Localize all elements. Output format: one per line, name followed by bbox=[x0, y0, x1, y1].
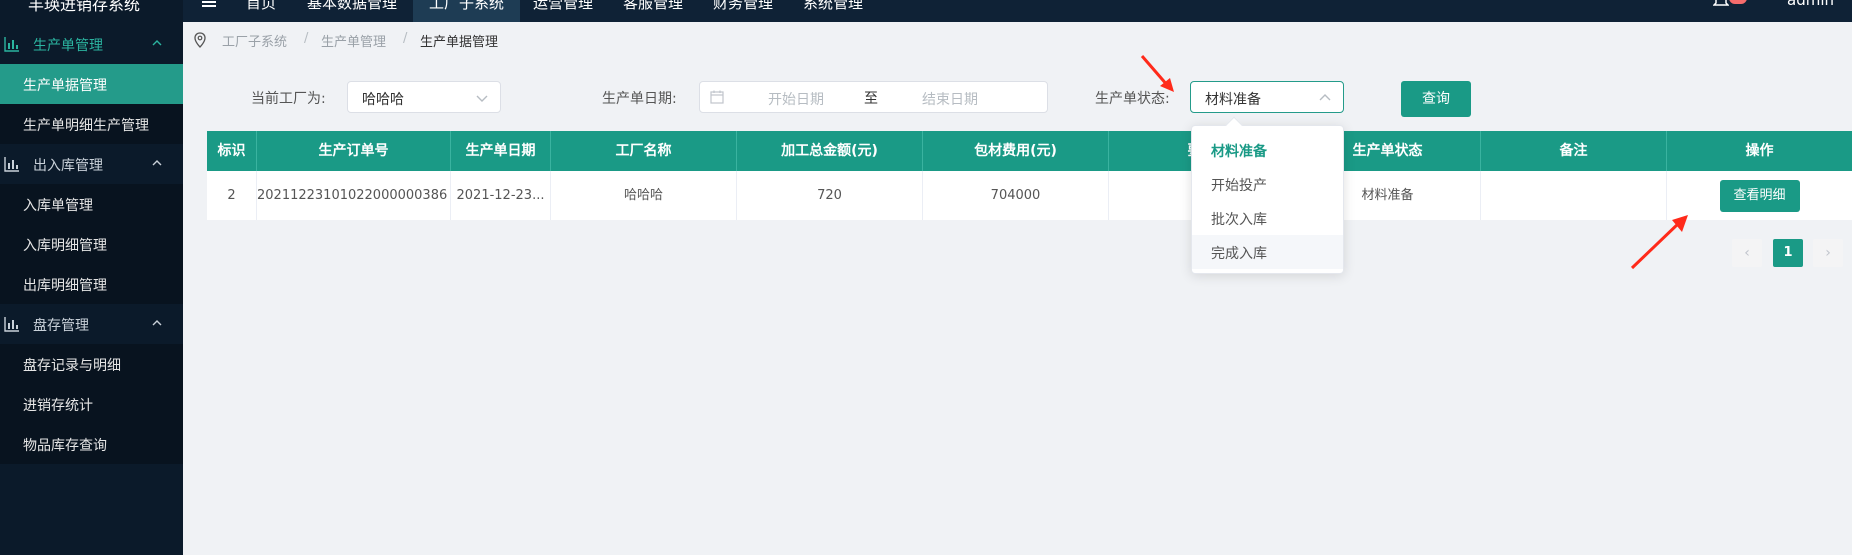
date-range-picker[interactable]: 开始日期 至 结束日期 bbox=[699, 81, 1048, 113]
cell-processing-total: 720 bbox=[737, 171, 923, 220]
cell-id: 2 bbox=[207, 171, 257, 220]
chevron-down-icon bbox=[476, 95, 488, 102]
sidebar-item-production-detail[interactable]: 生产单明细生产管理 bbox=[0, 104, 183, 144]
sidebar-item-label: 入库单管理 bbox=[23, 198, 93, 214]
menu-toggle-icon[interactable] bbox=[201, 0, 217, 10]
column-header: 加工总金额(元) bbox=[737, 131, 923, 171]
date-range-separator: 至 bbox=[864, 91, 878, 107]
breadcrumb-separator: / bbox=[403, 31, 408, 46]
column-header: 备注 bbox=[1481, 131, 1667, 171]
factory-select[interactable]: 哈哈哈 bbox=[347, 81, 501, 113]
column-header: 包材费用(元) bbox=[923, 131, 1109, 171]
date-label: 生产单日期: bbox=[602, 91, 677, 107]
breadcrumb-item[interactable]: 生产单管理 bbox=[321, 31, 386, 50]
chart-icon bbox=[4, 37, 19, 52]
table-row: 2 20211223101022000000386 3 2021-12-23..… bbox=[207, 171, 1852, 220]
breadcrumb-separator: / bbox=[304, 31, 309, 46]
status-option-label: 材料准备 bbox=[1211, 144, 1267, 160]
chevron-up-icon bbox=[152, 160, 162, 166]
view-detail-button[interactable]: 查看明细 bbox=[1719, 179, 1800, 212]
date-start-input[interactable]: 开始日期 bbox=[768, 89, 824, 109]
nav-basic-data[interactable]: 基本数据管理 bbox=[307, 0, 397, 13]
pagination-next-button[interactable]: › bbox=[1813, 239, 1843, 267]
chevron-up-icon bbox=[152, 40, 162, 46]
nav-operations[interactable]: 运营管理 bbox=[533, 0, 593, 13]
cell-factory: 哈哈哈 bbox=[551, 171, 737, 220]
cell-action: 查看明细 bbox=[1667, 171, 1852, 220]
date-end-input[interactable]: 结束日期 bbox=[922, 89, 978, 109]
pagination-prev-button[interactable]: ‹ bbox=[1732, 239, 1762, 267]
location-pin-icon bbox=[194, 32, 206, 48]
sidebar-item-label: 盘存记录与明细 bbox=[23, 358, 121, 374]
cell-date: 2021-12-23... bbox=[451, 171, 551, 220]
nav-finance[interactable]: 财务管理 bbox=[713, 0, 773, 13]
breadcrumb-current: 生产单据管理 bbox=[420, 35, 499, 50]
sidebar: 丰瑛进销存系统 生产单管理 生产单据管理 生产单明细生产管理 出入库管理 入库单… bbox=[0, 0, 183, 555]
sidebar-item-label: 出库明细管理 bbox=[23, 278, 107, 294]
table-header: 标识 生产订单号 生产单日期 工厂名称 加工总金额(元) 包材费用(元) 要求 … bbox=[207, 131, 1852, 171]
status-option[interactable]: 材料准备 bbox=[1192, 133, 1343, 167]
annotation-arrow-icon bbox=[1630, 215, 1688, 270]
sidebar-item-inbound-detail[interactable]: 入库明细管理 bbox=[0, 224, 183, 264]
nav-customer-service[interactable]: 客服管理 bbox=[623, 0, 683, 13]
chart-icon bbox=[4, 317, 19, 332]
sidebar-group-label: 盘存管理 bbox=[33, 318, 89, 334]
sidebar-item-inbound-orders[interactable]: 入库单管理 bbox=[0, 184, 183, 224]
status-dropdown: 材料准备 开始投产 批次入库 完成入库 bbox=[1191, 116, 1344, 274]
column-header: 标识 bbox=[207, 131, 257, 171]
cell-order-no: 20211223101022000000386 3 bbox=[257, 171, 451, 220]
nav-home[interactable]: 首页 bbox=[246, 0, 276, 13]
cell-packaging-fee: 704000 bbox=[923, 171, 1109, 220]
nav-system[interactable]: 系统管理 bbox=[803, 0, 863, 13]
calendar-icon bbox=[710, 90, 724, 104]
sidebar-item-stocktake[interactable]: 盘存记录与明细 bbox=[0, 344, 183, 384]
chevron-up-icon bbox=[1319, 94, 1331, 101]
sidebar-item-label: 物品库存查询 bbox=[23, 438, 107, 454]
factory-select-value: 哈哈哈 bbox=[362, 92, 404, 108]
status-option[interactable]: 开始投产 bbox=[1192, 167, 1343, 201]
cell-remark bbox=[1481, 171, 1667, 220]
sidebar-item-production-orders[interactable]: 生产单据管理 bbox=[0, 64, 183, 104]
column-header: 生产单日期 bbox=[451, 131, 551, 171]
sidebar-group-inventory[interactable]: 盘存管理 bbox=[0, 304, 183, 344]
breadcrumb-item[interactable]: 工厂子系统 bbox=[222, 31, 287, 50]
app-logo: 丰瑛进销存系统 bbox=[0, 0, 183, 22]
sidebar-group-label: 出入库管理 bbox=[33, 158, 103, 174]
sidebar-item-label: 生产单据管理 bbox=[23, 78, 107, 94]
status-option-label: 完成入库 bbox=[1211, 246, 1267, 262]
chevron-up-icon bbox=[152, 320, 162, 326]
notification-badge bbox=[1729, 0, 1747, 4]
sidebar-item-label: 入库明细管理 bbox=[23, 238, 107, 254]
top-navbar: 首页 基本数据管理 工厂子系统 运营管理 客服管理 财务管理 系统管理 admi… bbox=[183, 0, 1852, 22]
status-option[interactable]: 批次入库 bbox=[1192, 201, 1343, 235]
sidebar-item-stock-query[interactable]: 物品库存查询 bbox=[0, 424, 183, 464]
bell-icon[interactable] bbox=[1713, 0, 1729, 8]
sidebar-item-label: 进销存统计 bbox=[23, 398, 93, 414]
user-name[interactable]: admin bbox=[1787, 0, 1834, 9]
sidebar-item-outbound-detail[interactable]: 出库明细管理 bbox=[0, 264, 183, 304]
status-option[interactable]: 完成入库 bbox=[1192, 235, 1343, 269]
column-header: 操作 bbox=[1745, 143, 1774, 159]
chart-icon bbox=[4, 157, 19, 172]
sidebar-group-production[interactable]: 生产单管理 bbox=[0, 24, 183, 64]
sidebar-item-label: 生产单明细生产管理 bbox=[23, 118, 149, 134]
dropdown-caret bbox=[1225, 116, 1243, 134]
query-button[interactable]: 查询 bbox=[1401, 81, 1471, 117]
factory-label: 当前工厂为: bbox=[251, 91, 326, 107]
status-select[interactable]: 材料准备 bbox=[1190, 81, 1344, 113]
sidebar-group-inout[interactable]: 出入库管理 bbox=[0, 144, 183, 184]
pagination-current-page[interactable]: 1 bbox=[1773, 239, 1803, 267]
app-title: 丰瑛进销存系统 bbox=[28, 0, 141, 14]
sidebar-group-label: 生产单管理 bbox=[33, 38, 103, 54]
column-header: 生产订单号 bbox=[257, 131, 451, 171]
status-option-label: 开始投产 bbox=[1211, 178, 1267, 194]
nav-factory-subsystem[interactable]: 工厂子系统 bbox=[413, 0, 521, 22]
status-select-value: 材料准备 bbox=[1205, 92, 1261, 108]
column-header: 工厂名称 bbox=[551, 131, 737, 171]
sidebar-item-stats[interactable]: 进销存统计 bbox=[0, 384, 183, 424]
status-label: 生产单状态: bbox=[1095, 91, 1170, 107]
status-option-label: 批次入库 bbox=[1211, 212, 1267, 228]
